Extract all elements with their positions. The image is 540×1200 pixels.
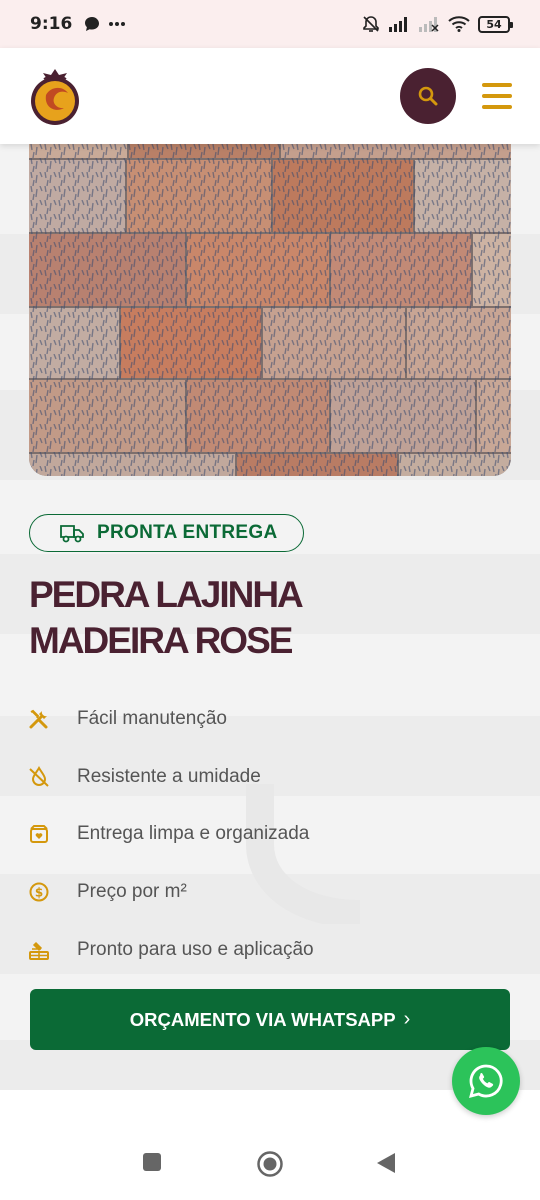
status-time: 9:16 — [30, 14, 73, 34]
no-water-drop-icon — [28, 765, 50, 788]
list-item: Fácil manutenção — [28, 690, 498, 748]
chat-bubble-icon — [85, 17, 100, 31]
feature-label: Pronto para uso e aplicação — [77, 939, 314, 961]
stone-wall-image — [29, 144, 511, 476]
package-heart-icon — [28, 823, 50, 845]
whatsapp-icon — [469, 1064, 503, 1098]
signal-icon — [389, 17, 407, 32]
menu-line — [482, 105, 512, 109]
recent-apps-icon[interactable] — [142, 1152, 162, 1172]
feature-label: Preço por m² — [77, 881, 187, 903]
ready-delivery-badge: PRONTA ENTREGA — [29, 514, 304, 552]
home-icon[interactable] — [256, 1150, 284, 1178]
chevron-right-icon: › — [403, 1008, 411, 1030]
dollar-coin-icon: $ — [28, 881, 50, 903]
feature-list: Fácil manutenção Resistente a umidade En… — [28, 690, 498, 979]
wifi-icon — [448, 16, 470, 32]
ready-tools-icon — [28, 939, 50, 961]
feature-label: Entrega limpa e organizada — [77, 823, 310, 845]
whatsapp-float-button[interactable] — [452, 1047, 520, 1115]
list-item: Resistente a umidade — [28, 748, 498, 806]
list-item: $ Preço por m² — [28, 863, 498, 921]
battery-icon: 54 — [478, 15, 513, 33]
tools-icon — [28, 708, 50, 730]
list-item: Pronto para uso e aplicação — [28, 921, 498, 979]
cta-label: ORÇAMENTO VIA WHATSAPP — [129, 1008, 396, 1030]
product-title: PEDRA LAJINHA MADEIRA ROSE — [29, 572, 429, 664]
system-navigation-bar — [0, 1130, 540, 1200]
hamburger-menu-icon[interactable] — [482, 83, 512, 109]
mute-bell-icon — [363, 16, 379, 32]
product-image — [29, 144, 511, 476]
feature-label: Resistente a umidade — [77, 765, 261, 787]
feature-label: Fácil manutenção — [77, 707, 227, 729]
product-title-line: PEDRA LAJINHA — [29, 574, 304, 615]
search-button[interactable] — [400, 68, 456, 124]
list-item: Entrega limpa e organizada — [28, 806, 498, 864]
menu-line — [482, 83, 512, 87]
search-icon — [418, 86, 438, 106]
back-icon[interactable] — [376, 1152, 396, 1174]
brand-logo[interactable] — [28, 65, 82, 127]
more-dots-icon — [109, 22, 126, 26]
badge-label: PRONTA ENTREGA — [97, 522, 278, 543]
status-bar: 9:16 54 — [0, 0, 540, 48]
menu-line — [482, 94, 512, 98]
product-title-line: MADEIRA ROSE — [29, 620, 293, 661]
site-header — [0, 48, 540, 144]
truck-icon — [60, 525, 84, 543]
whatsapp-quote-button[interactable]: ORÇAMENTO VIA WHATSAPP › — [30, 989, 510, 1050]
signal-weak-icon — [419, 17, 439, 32]
svg-text:$: $ — [35, 886, 43, 900]
